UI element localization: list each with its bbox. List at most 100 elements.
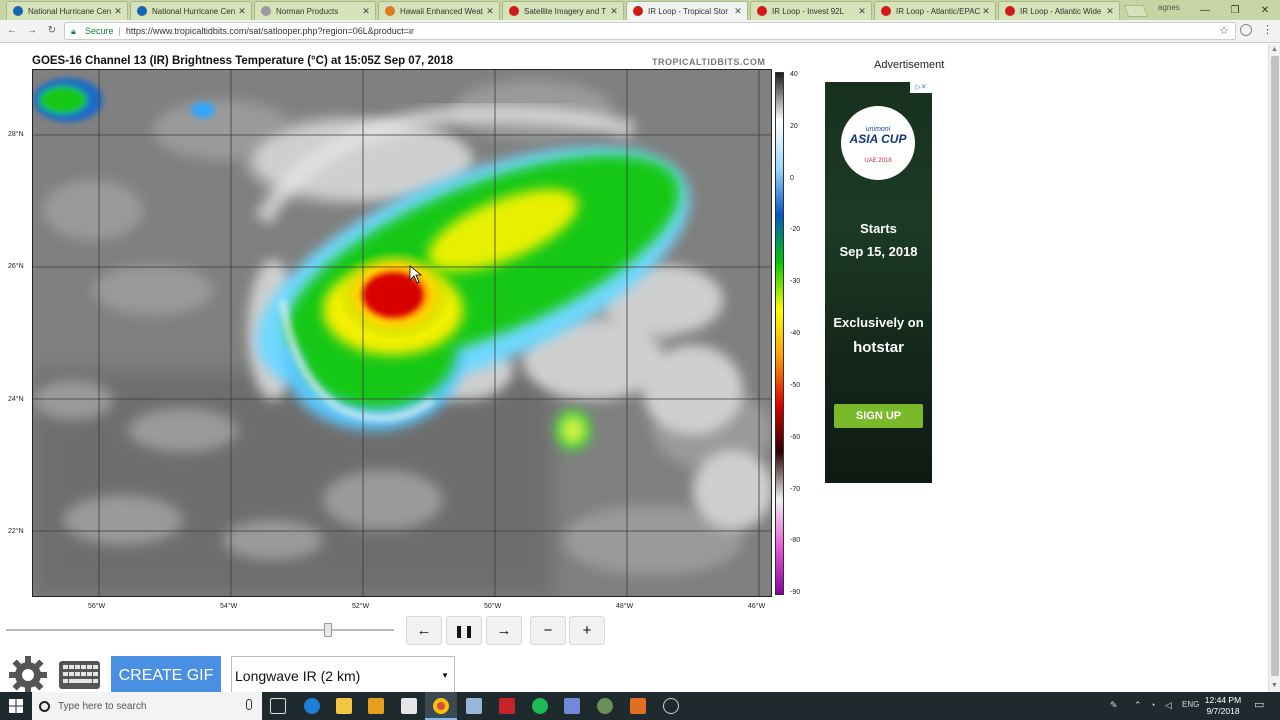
browser-tab[interactable]: IR Loop - Invest 92L ✕ — [750, 1, 872, 20]
url-text[interactable]: https://www.tropicaltidbits.com/sat/satl… — [126, 26, 414, 36]
browser-tab[interactable]: Norman Products ✕ — [254, 1, 376, 20]
scroll-down-icon[interactable]: ▼ — [1271, 682, 1278, 689]
lat-label-28n: 28°N — [8, 131, 24, 138]
product-select[interactable]: Longwave IR (2 km) ▼ — [231, 656, 455, 696]
colorbar-tick: -40 — [790, 330, 801, 337]
windows-start-icon[interactable] — [0, 692, 32, 720]
close-tab-icon[interactable]: ✕ — [733, 6, 743, 17]
network-icon[interactable]: ◔ — [1150, 700, 1155, 710]
advertisement-banner[interactable]: ▷✕ unimoni ASIA CUP UAE 2018 Starts Sep … — [825, 82, 932, 483]
extension-icon[interactable] — [1240, 24, 1252, 36]
taskbar-clock[interactable]: 12:44 PM 9/7/2018 — [1202, 695, 1244, 717]
separator: | — [118, 26, 121, 36]
back-icon[interactable]: ← — [4, 23, 20, 39]
browser-tab[interactable]: National Hurricane Cen ✕ — [130, 1, 252, 20]
create-gif-button[interactable]: CREATE GIF — [111, 656, 221, 696]
edge-icon[interactable] — [304, 698, 320, 714]
browser-tab[interactable]: National Hurricane Cen ✕ — [6, 1, 128, 20]
mail-icon[interactable] — [401, 698, 417, 714]
new-tab-button[interactable] — [1123, 5, 1149, 17]
favicon-icon — [13, 6, 23, 16]
key — [69, 665, 74, 669]
colorbar-tick: -50 — [790, 382, 801, 389]
slower-button[interactable]: − — [530, 616, 566, 645]
key — [93, 679, 98, 683]
tab-label: Satellite Imagery and T — [524, 6, 607, 16]
steam-icon[interactable] — [663, 698, 679, 714]
lon-label-46w: 46°W — [748, 603, 766, 610]
secure-label: Secure — [85, 26, 114, 36]
app-icon[interactable] — [597, 698, 613, 714]
task-view-icon[interactable] — [270, 698, 286, 714]
lon-label-50w: 50°W — [484, 603, 502, 610]
microphone-icon[interactable] — [246, 699, 252, 710]
lon-label-54w: 54°W — [220, 603, 238, 610]
address-bar[interactable]: 🔒︎ Secure | https://www.tropicaltidbits.… — [64, 22, 1236, 40]
file-explorer-icon[interactable] — [336, 698, 352, 714]
chrome-icon[interactable] — [433, 698, 449, 714]
scroll-up-icon[interactable]: ▲ — [1271, 46, 1278, 53]
close-tab-icon[interactable]: ✕ — [237, 6, 247, 17]
favicon-icon — [137, 6, 147, 16]
bookmark-star-icon[interactable]: ☆ — [1219, 24, 1229, 37]
reload-icon[interactable]: ↻ — [44, 23, 60, 39]
close-tab-icon[interactable]: ✕ — [857, 6, 867, 17]
ad-choices-icon[interactable]: ▷✕ — [910, 82, 932, 93]
key — [87, 672, 92, 676]
satellite-image[interactable] — [32, 69, 772, 597]
taskbar-search-input[interactable]: Type here to search — [32, 692, 262, 720]
previous-frame-button[interactable]: ← — [406, 616, 442, 645]
notifications-icon[interactable]: ▭ — [1254, 698, 1264, 711]
app-icon[interactable] — [630, 698, 646, 714]
profile-badge[interactable]: agnes — [1158, 3, 1180, 12]
frame-slider-track[interactable] — [6, 629, 394, 631]
lon-label-52w: 52°W — [352, 603, 370, 610]
people-icon[interactable]: ✎ — [1110, 700, 1118, 711]
browser-tab[interactable]: IR Loop - Atlantic/EPAC ✕ — [874, 1, 996, 20]
browser-tab[interactable]: IR Loop - Tropical Stor ✕ — [626, 1, 748, 20]
close-tab-icon[interactable]: ✕ — [113, 6, 123, 17]
show-hidden-icons-icon[interactable]: ⌃ — [1134, 700, 1142, 711]
minimize-button[interactable]: — — [1190, 0, 1220, 20]
asia-cup-logo: unimoni ASIA CUP UAE 2018 — [841, 106, 915, 180]
tab-label: IR Loop - Atlantic Wide — [1020, 6, 1102, 16]
pause-button[interactable]: ❚❚ — [446, 616, 482, 645]
acrobat-icon[interactable] — [499, 698, 515, 714]
store-icon[interactable] — [368, 698, 384, 714]
map-title: GOES-16 Channel 13 (IR) Brightness Tempe… — [32, 55, 454, 67]
browser-tab[interactable]: Hawaii Enhanced Weat ✕ — [378, 1, 500, 20]
key — [87, 665, 92, 669]
keyboard-shortcuts-icon[interactable] — [59, 661, 100, 689]
browser-menu-icon[interactable]: ⋮ — [1262, 23, 1273, 36]
close-tab-icon[interactable]: ✕ — [485, 6, 495, 17]
tab-strip: National Hurricane Cen ✕ National Hurrican… — [0, 0, 1280, 20]
close-tab-icon[interactable]: ✕ — [1105, 6, 1115, 17]
forward-icon[interactable]: → — [24, 23, 40, 39]
spotify-icon[interactable] — [532, 698, 548, 714]
favicon-icon — [1005, 6, 1015, 16]
browser-tab[interactable]: IR Loop - Atlantic Wide ✕ — [998, 1, 1120, 20]
key — [63, 672, 68, 676]
next-frame-button[interactable]: → — [486, 616, 522, 645]
key — [93, 665, 98, 669]
close-tab-icon[interactable]: ✕ — [361, 6, 371, 17]
notepad-icon[interactable] — [466, 698, 482, 714]
settings-gear-icon[interactable] — [8, 655, 48, 695]
colorbar-tick: -70 — [790, 486, 801, 493]
ad-sign-up-button[interactable]: SIGN UP — [834, 404, 923, 428]
page-scrollbar[interactable]: ▲ ▼ — [1268, 44, 1280, 692]
lon-label-48w: 48°W — [616, 603, 634, 610]
close-tab-icon[interactable]: ✕ — [609, 6, 619, 17]
frame-slider-handle[interactable] — [324, 623, 333, 637]
close-window-button[interactable]: ✕ — [1250, 0, 1280, 20]
faster-button[interactable]: + — [569, 616, 605, 645]
discord-icon[interactable] — [564, 698, 580, 714]
logo-year: UAE 2018 — [864, 158, 892, 164]
language-indicator[interactable]: ENG — [1182, 700, 1199, 709]
maximize-button[interactable]: ❐ — [1220, 0, 1250, 20]
browser-tab[interactable]: Satellite Imagery and T ✕ — [502, 1, 624, 20]
volume-icon[interactable]: ◁ — [1165, 700, 1172, 711]
lat-label-26n: 26°N — [8, 263, 24, 270]
close-tab-icon[interactable]: ✕ — [981, 6, 991, 17]
scroll-thumb[interactable] — [1271, 56, 1279, 676]
